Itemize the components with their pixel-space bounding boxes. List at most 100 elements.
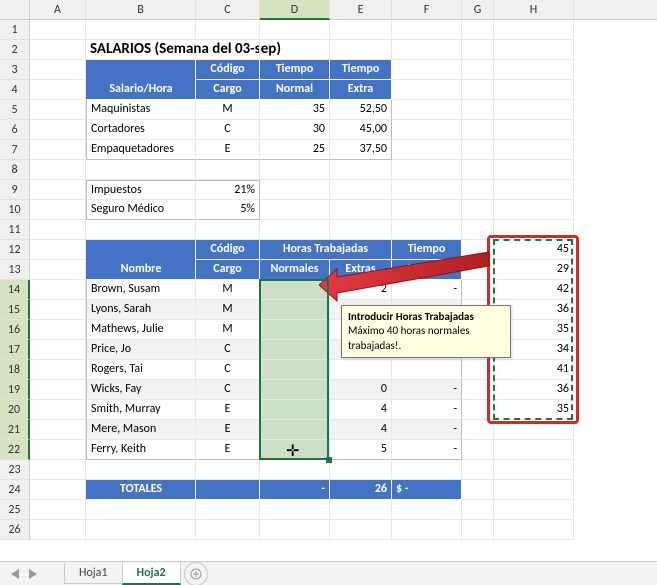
row-header[interactable]: 4 xyxy=(0,80,30,100)
select-all-corner[interactable] xyxy=(0,0,30,20)
cell[interactable] xyxy=(196,500,260,520)
cell[interactable] xyxy=(30,240,86,260)
cell[interactable] xyxy=(260,200,330,220)
cell[interactable]: 25 xyxy=(260,140,330,160)
cell[interactable] xyxy=(86,520,196,540)
cell[interactable] xyxy=(330,360,392,380)
cell[interactable] xyxy=(330,200,392,220)
cell[interactable] xyxy=(462,40,494,60)
cell[interactable]: Impuestos xyxy=(86,180,196,200)
cell[interactable]: 37,50 xyxy=(330,140,392,160)
cell[interactable] xyxy=(30,280,86,300)
cell[interactable] xyxy=(196,160,260,180)
cell[interactable] xyxy=(30,220,86,240)
row-header[interactable]: 20 xyxy=(0,400,30,420)
row-header[interactable]: 26 xyxy=(0,520,30,540)
cell[interactable] xyxy=(260,340,330,360)
header-extras[interactable]: Extras xyxy=(330,260,392,280)
cell[interactable]: Ferry, Keith xyxy=(86,440,196,460)
row-header[interactable]: 10 xyxy=(0,200,30,220)
col-header-H[interactable]: H xyxy=(494,0,574,20)
cell[interactable] xyxy=(260,420,330,440)
cell[interactable] xyxy=(330,460,392,480)
cell[interactable] xyxy=(494,60,574,80)
col-header-F[interactable]: F xyxy=(392,0,462,20)
cell[interactable]: 5 xyxy=(330,440,392,460)
cell[interactable] xyxy=(330,40,392,60)
cell[interactable] xyxy=(30,260,86,280)
cell[interactable]: E xyxy=(196,140,260,160)
cell[interactable] xyxy=(30,380,86,400)
cell[interactable]: 45,00 xyxy=(330,120,392,140)
cell[interactable]: Brown, Susam xyxy=(86,280,196,300)
cell[interactable] xyxy=(462,160,494,180)
cell[interactable] xyxy=(260,360,330,380)
cell[interactable] xyxy=(196,460,260,480)
row-header[interactable]: 14 xyxy=(0,280,30,300)
cell[interactable] xyxy=(260,320,330,340)
cell[interactable] xyxy=(30,180,86,200)
cell[interactable] xyxy=(392,520,462,540)
tab-nav-prev-icon[interactable] xyxy=(8,567,22,581)
row-header[interactable]: 23 xyxy=(0,460,30,480)
cell[interactable]: 4 xyxy=(330,420,392,440)
cell[interactable] xyxy=(462,200,494,220)
row-header[interactable]: 5 xyxy=(0,100,30,120)
cell[interactable] xyxy=(86,500,196,520)
cell[interactable] xyxy=(392,220,462,240)
cell[interactable] xyxy=(196,20,260,40)
cell[interactable]: 26 xyxy=(330,480,392,500)
cell[interactable] xyxy=(330,20,392,40)
cell[interactable] xyxy=(392,20,462,40)
cell[interactable]: - xyxy=(392,440,462,460)
cell[interactable] xyxy=(86,460,196,480)
cell[interactable] xyxy=(30,420,86,440)
col-header-C[interactable]: C xyxy=(196,0,260,20)
cell[interactable] xyxy=(260,380,330,400)
header-codigo[interactable]: Código xyxy=(196,240,260,260)
cell[interactable] xyxy=(494,500,574,520)
cell[interactable] xyxy=(196,40,260,60)
header-normal[interactable]: Normal xyxy=(260,80,330,100)
cell[interactable]: C xyxy=(196,360,260,380)
cell[interactable] xyxy=(494,20,574,40)
cell[interactable] xyxy=(462,420,494,440)
cell[interactable] xyxy=(392,40,462,60)
row-header[interactable]: 15 xyxy=(0,300,30,320)
cell[interactable] xyxy=(30,160,86,180)
cell[interactable] xyxy=(462,60,494,80)
cell[interactable] xyxy=(30,440,86,460)
cell[interactable]: 2 xyxy=(330,280,392,300)
cell[interactable]: 0 xyxy=(330,380,392,400)
cell[interactable] xyxy=(330,220,392,240)
cell[interactable] xyxy=(462,220,494,240)
cell[interactable] xyxy=(462,440,494,460)
fill-handle[interactable] xyxy=(326,457,332,463)
col-header-E[interactable]: E xyxy=(330,0,392,20)
row-header[interactable]: 25 xyxy=(0,500,30,520)
cell[interactable] xyxy=(494,80,574,100)
tab-nav-next-icon[interactable] xyxy=(26,567,40,581)
cell[interactable] xyxy=(462,500,494,520)
cell[interactable] xyxy=(494,460,574,480)
cell[interactable] xyxy=(30,500,86,520)
row-header[interactable]: 24 xyxy=(0,480,30,500)
cell[interactable] xyxy=(392,200,462,220)
cell[interactable] xyxy=(260,160,330,180)
cell[interactable] xyxy=(30,140,86,160)
col-header-B[interactable]: B xyxy=(86,0,196,20)
cell[interactable] xyxy=(30,80,86,100)
col-header-A[interactable]: A xyxy=(30,0,86,20)
cell[interactable]: M xyxy=(196,280,260,300)
row-header[interactable]: 3 xyxy=(0,60,30,80)
cell[interactable] xyxy=(260,460,330,480)
new-sheet-button[interactable] xyxy=(184,562,208,585)
cell[interactable] xyxy=(392,160,462,180)
row-header[interactable]: 7 xyxy=(0,140,30,160)
cell[interactable] xyxy=(392,360,462,380)
cell[interactable] xyxy=(494,220,574,240)
header-salario-hora[interactable]: Salario/Hora xyxy=(86,80,196,100)
cell[interactable] xyxy=(462,480,494,500)
cell[interactable] xyxy=(392,180,462,200)
row-header[interactable]: 1 xyxy=(0,20,30,40)
